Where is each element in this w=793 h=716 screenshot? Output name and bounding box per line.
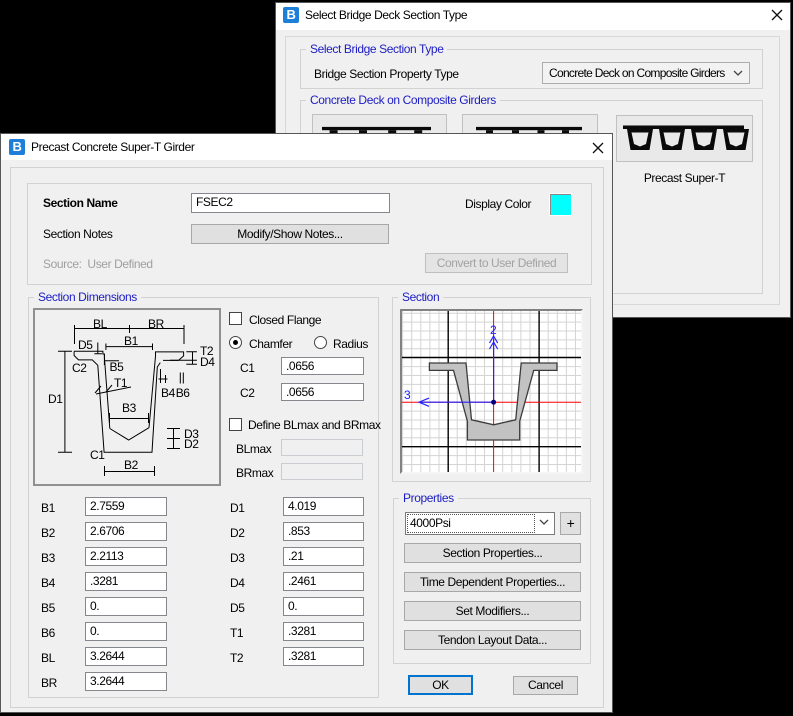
svg-text:D4: D4 — [200, 355, 215, 369]
svg-text:T1: T1 — [114, 376, 128, 390]
svg-text:D1: D1 — [48, 392, 63, 406]
svg-text:B3: B3 — [122, 401, 137, 415]
svg-text:2: 2 — [490, 323, 497, 337]
svg-text:3: 3 — [404, 388, 411, 402]
svg-text:B5: B5 — [110, 360, 125, 374]
svg-text:C2: C2 — [72, 361, 87, 375]
svg-text:BL: BL — [93, 317, 108, 331]
svg-text:B1: B1 — [124, 334, 139, 348]
svg-text:B4: B4 — [161, 386, 176, 400]
svg-text:D5: D5 — [78, 338, 93, 352]
svg-text:B6: B6 — [176, 386, 191, 400]
svg-text:D2: D2 — [184, 437, 199, 451]
svg-text:C1: C1 — [90, 448, 105, 462]
svg-text:B2: B2 — [124, 458, 139, 472]
svg-text:BR: BR — [148, 317, 165, 331]
